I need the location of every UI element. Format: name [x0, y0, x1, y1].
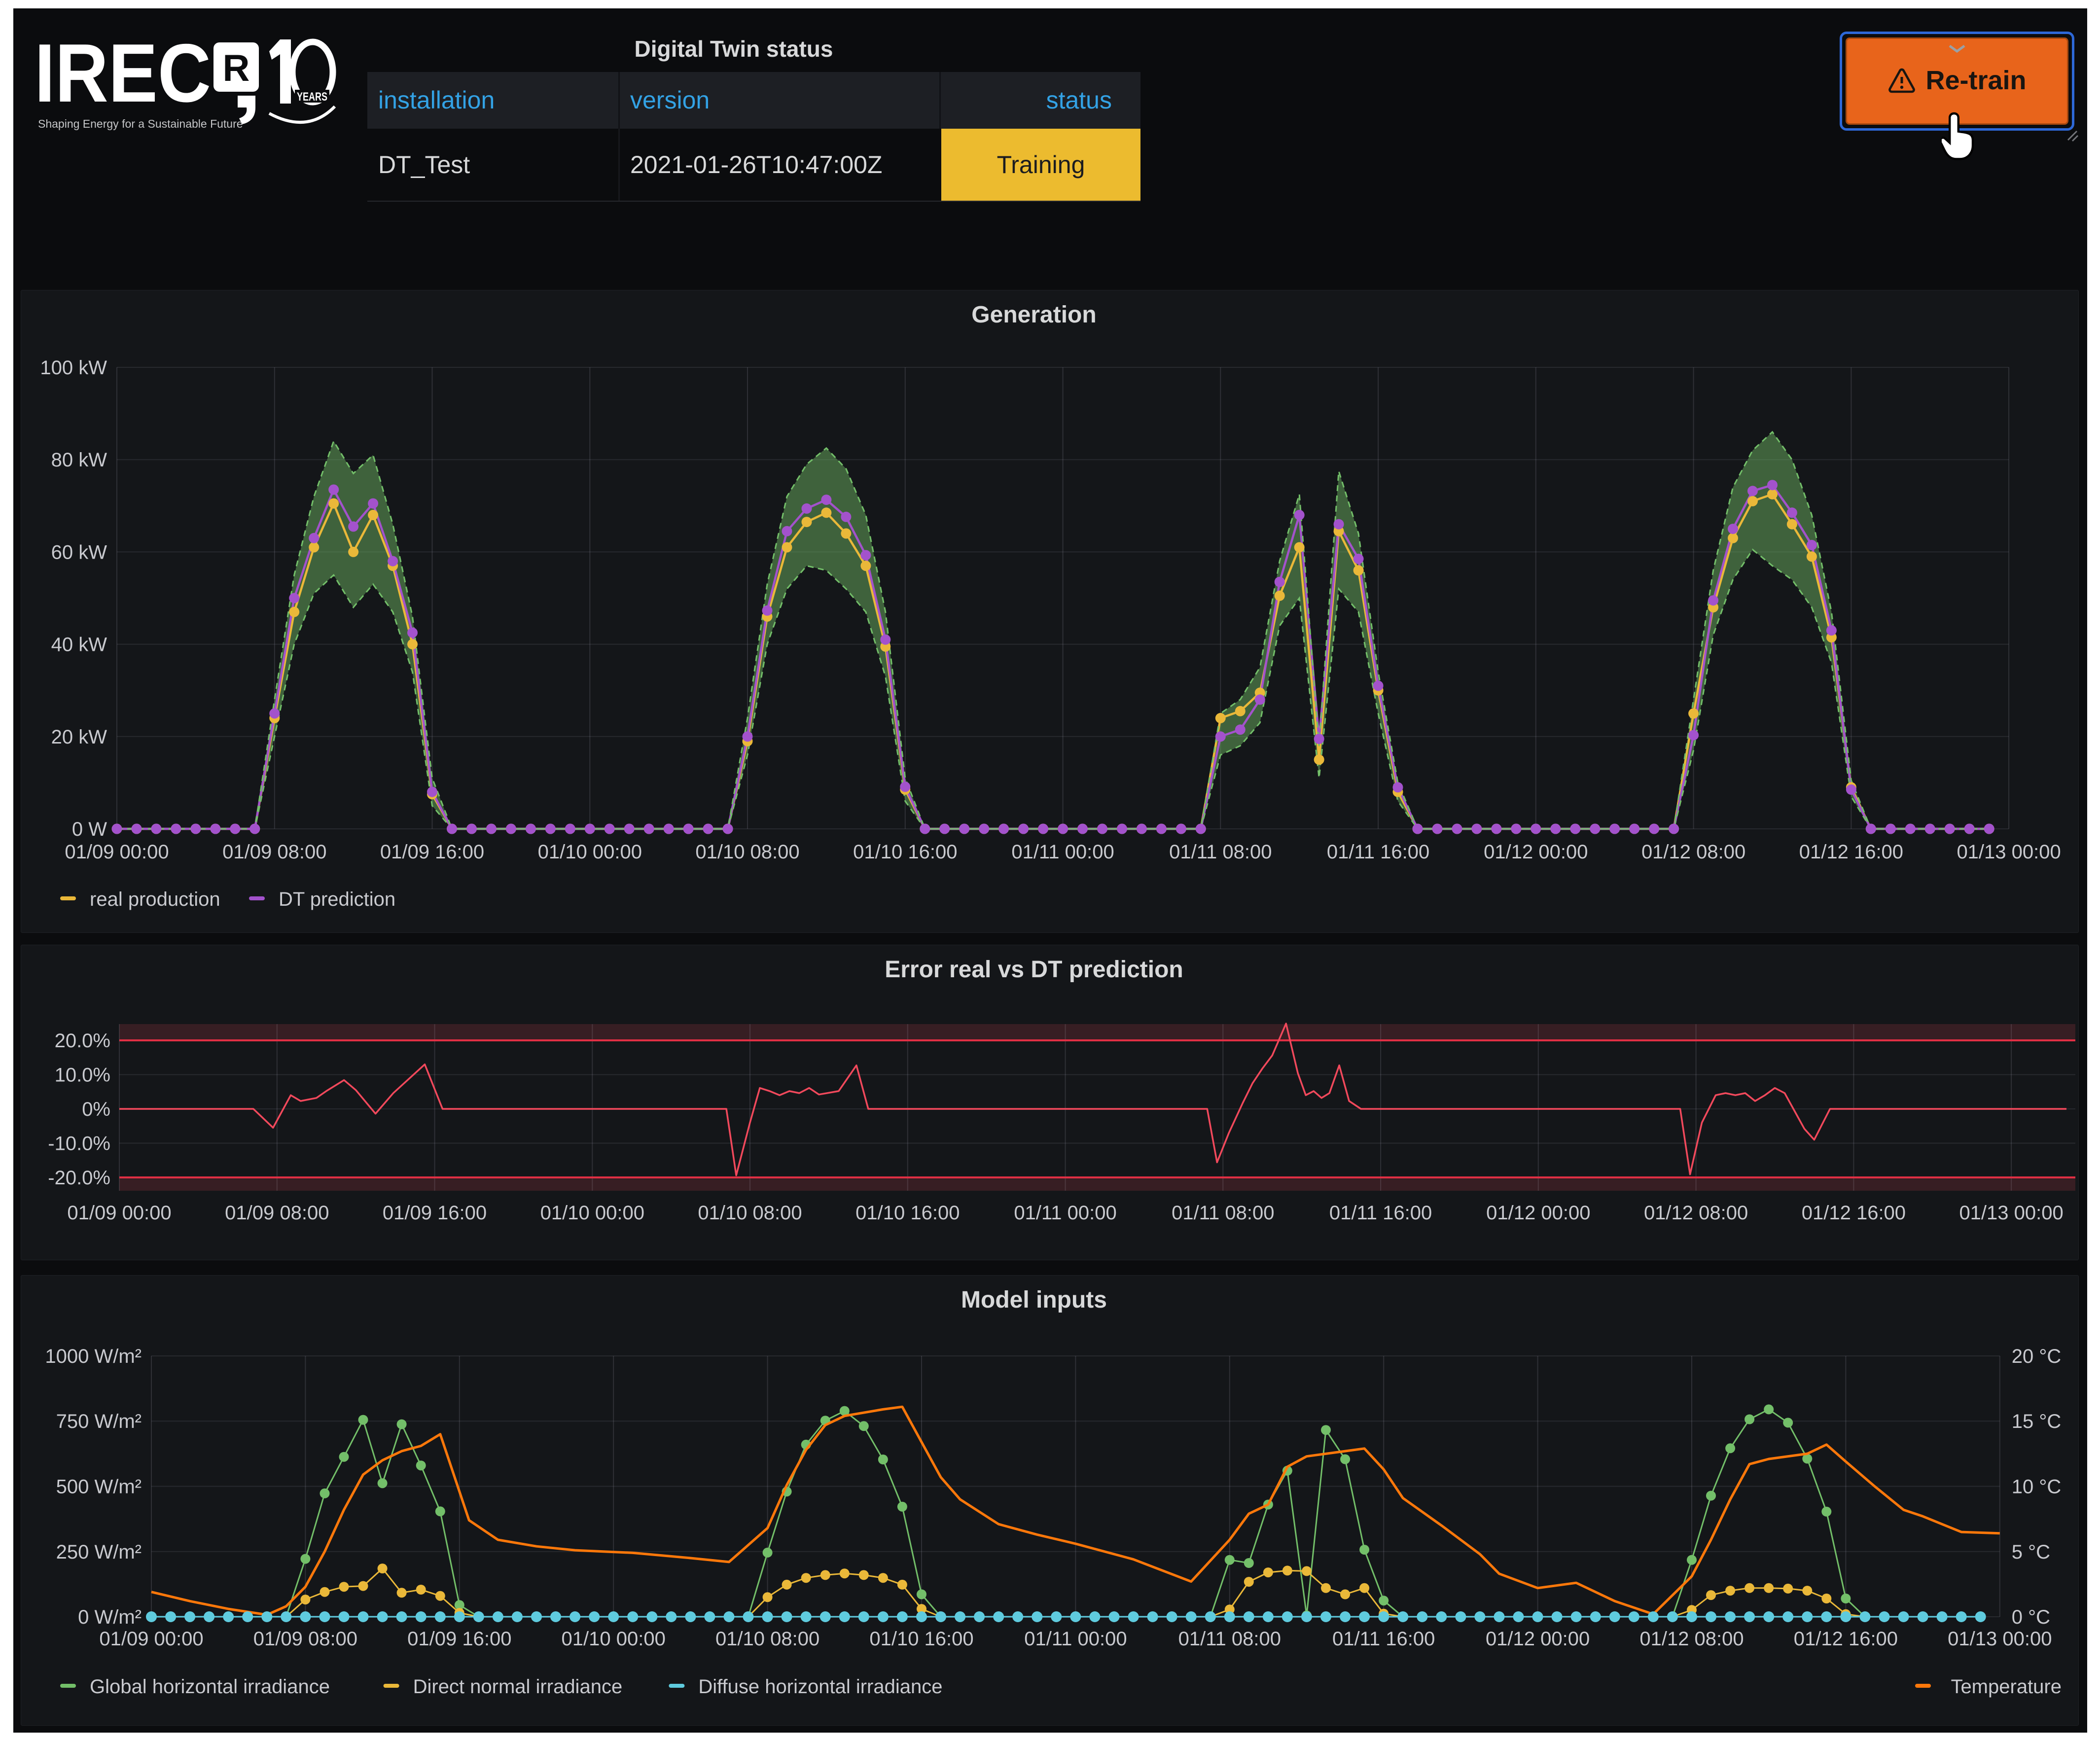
svg-text:80 kW: 80 kW [51, 449, 107, 471]
svg-text:01/10 16:00: 01/10 16:00 [869, 1628, 973, 1650]
svg-text:Direct normal irradiance: Direct normal irradiance [413, 1676, 623, 1698]
svg-text:20 kW: 20 kW [51, 726, 107, 748]
svg-text:01/10 00:00: 01/10 00:00 [562, 1628, 666, 1650]
svg-text:750 W/m²: 750 W/m² [56, 1411, 142, 1432]
svg-text:01/10 00:00: 01/10 00:00 [540, 1202, 644, 1224]
svg-text:01/13 00:00: 01/13 00:00 [1948, 1628, 2052, 1650]
svg-text:01/12 08:00: 01/12 08:00 [1644, 1202, 1748, 1224]
svg-text:01/10 16:00: 01/10 16:00 [855, 1202, 960, 1224]
svg-text:01/11 08:00: 01/11 08:00 [1169, 841, 1272, 863]
svg-text:01/09 00:00: 01/09 00:00 [99, 1628, 203, 1650]
svg-text:20.0%: 20.0% [55, 1030, 110, 1052]
svg-text:01/13 00:00: 01/13 00:00 [1957, 841, 2061, 863]
svg-text:01/12 00:00: 01/12 00:00 [1486, 1202, 1590, 1224]
svg-text:01/12 16:00: 01/12 16:00 [1794, 1628, 1898, 1650]
svg-text:01/09 00:00: 01/09 00:00 [65, 841, 169, 863]
svg-text:DT prediction: DT prediction [279, 888, 395, 910]
svg-text:500 W/m²: 500 W/m² [56, 1476, 142, 1498]
svg-text:01/10 16:00: 01/10 16:00 [853, 841, 957, 863]
svg-text:01/11 16:00: 01/11 16:00 [1327, 841, 1429, 863]
svg-text:100 kW: 100 kW [40, 357, 107, 379]
svg-text:10 °C: 10 °C [2012, 1476, 2061, 1498]
svg-text:01/09 08:00: 01/09 08:00 [225, 1202, 329, 1224]
svg-text:01/09 08:00: 01/09 08:00 [222, 841, 326, 863]
svg-text:01/11 00:00: 01/11 00:00 [1024, 1628, 1127, 1650]
svg-text:01/11 16:00: 01/11 16:00 [1332, 1628, 1435, 1650]
svg-text:01/09 16:00: 01/09 16:00 [380, 841, 484, 863]
svg-text:01/12 08:00: 01/12 08:00 [1639, 1628, 1744, 1650]
svg-text:Global horizontal irradiance: Global horizontal irradiance [90, 1676, 330, 1698]
svg-text:01/13 00:00: 01/13 00:00 [1959, 1202, 2063, 1224]
svg-text:20 °C: 20 °C [2012, 1346, 2061, 1367]
svg-text:60 kW: 60 kW [51, 541, 107, 563]
svg-text:01/12 16:00: 01/12 16:00 [1799, 841, 1903, 863]
svg-text:01/12 00:00: 01/12 00:00 [1484, 841, 1588, 863]
svg-text:5 °C: 5 °C [2012, 1541, 2050, 1563]
svg-text:01/09 00:00: 01/09 00:00 [67, 1202, 171, 1224]
svg-text:01/11 08:00: 01/11 08:00 [1178, 1628, 1281, 1650]
svg-text:01/11 00:00: 01/11 00:00 [1014, 1202, 1116, 1224]
svg-text:0 W: 0 W [72, 818, 107, 840]
svg-text:01/11 08:00: 01/11 08:00 [1172, 1202, 1274, 1224]
svg-text:01/11 00:00: 01/11 00:00 [1011, 841, 1114, 863]
svg-text:10.0%: 10.0% [55, 1065, 110, 1086]
svg-text:01/09 08:00: 01/09 08:00 [253, 1628, 357, 1650]
svg-text:R: R [223, 47, 250, 89]
svg-text:01/10 00:00: 01/10 00:00 [538, 841, 642, 863]
svg-text:15 °C: 15 °C [2012, 1411, 2061, 1432]
svg-text:-20.0%: -20.0% [48, 1167, 110, 1189]
svg-text:01/12 16:00: 01/12 16:00 [1802, 1202, 1906, 1224]
svg-text:Shaping Energy for a Sustainab: Shaping Energy for a Sustainable Future [38, 117, 243, 130]
svg-text:real production: real production [90, 888, 220, 910]
svg-text:250 W/m²: 250 W/m² [56, 1541, 142, 1563]
svg-text:Diffuse horizontal irradiance: Diffuse horizontal irradiance [698, 1676, 942, 1698]
svg-text:01/10 08:00: 01/10 08:00 [698, 1202, 802, 1224]
svg-text:IREC: IREC [35, 29, 211, 119]
svg-text:01/12 00:00: 01/12 00:00 [1486, 1628, 1590, 1650]
svg-text:0 °C: 0 °C [2012, 1606, 2050, 1628]
svg-text:YEARS: YEARS [297, 90, 327, 104]
svg-text:01/10 08:00: 01/10 08:00 [715, 1628, 819, 1650]
svg-text:01/11 16:00: 01/11 16:00 [1329, 1202, 1432, 1224]
svg-text:-10.0%: -10.0% [48, 1133, 110, 1155]
svg-text:01/10 08:00: 01/10 08:00 [695, 841, 799, 863]
svg-text:01/12 08:00: 01/12 08:00 [1641, 841, 1745, 863]
svg-text:0%: 0% [82, 1099, 110, 1120]
svg-text:40 kW: 40 kW [51, 634, 107, 656]
svg-text:01/09 16:00: 01/09 16:00 [383, 1202, 487, 1224]
svg-text:0 W/m²: 0 W/m² [78, 1606, 142, 1628]
svg-text:Temperature: Temperature [1951, 1676, 2062, 1698]
svg-text:01/09 16:00: 01/09 16:00 [407, 1628, 511, 1650]
svg-text:1000 W/m²: 1000 W/m² [45, 1346, 142, 1367]
